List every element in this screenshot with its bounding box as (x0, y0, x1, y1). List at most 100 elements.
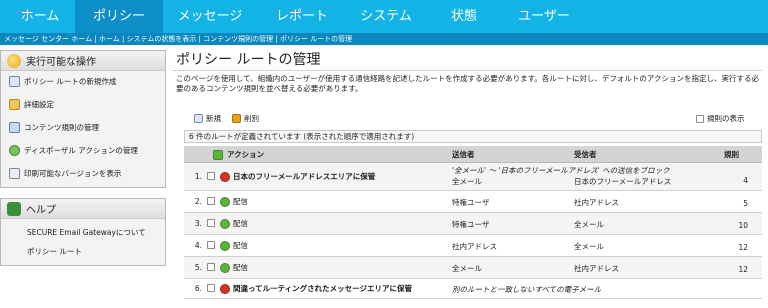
route-count-bar: 6 件のルートが定義されています (表示された順序で適用されます) (184, 130, 762, 143)
row-rules: 10 (738, 221, 748, 230)
delete-route-label: 削別 (244, 114, 259, 123)
row-note: 別のルートと一致しないすべての電子メール (452, 285, 602, 294)
tab-messages[interactable]: メッセージ (165, 0, 255, 33)
row-rules: 12 (738, 243, 748, 252)
sidebar-item-advanced-settings[interactable]: 詳細設定 (1, 97, 165, 112)
actions-gear-icon (7, 53, 21, 68)
breadcrumb-separator: | (119, 35, 127, 43)
row-recipient: 社内アドレス (574, 264, 619, 273)
row-action[interactable]: 配信 (220, 240, 248, 251)
table-row[interactable]: 2. 配信 特権ユーザ 社内アドレス 5 (184, 191, 762, 213)
row-checkbox[interactable] (207, 172, 215, 180)
tab-policy[interactable]: ポリシー (75, 0, 163, 33)
route-toolbar: 新規 削別 規則の表示 (172, 113, 762, 127)
actions-panel-title: 実行可能な操作 (26, 57, 96, 68)
deliver-status-icon (220, 219, 230, 229)
block-status-icon (220, 284, 230, 294)
help-panel-body: SECURE Email Gatewayについて ポリシー ルート (1, 219, 165, 265)
row-rules: 5 (743, 199, 748, 208)
tab-status[interactable]: 状態 (434, 0, 494, 33)
sidebar-item-content-rules[interactable]: コンテンツ規則の管理 (1, 120, 165, 135)
new-route-button[interactable]: 新規 (194, 113, 221, 124)
row-action-label: 間違ってルーティングされたメッセージエリアに保管 (233, 284, 413, 293)
row-action[interactable]: 間違ってルーティングされたメッセージエリアに保管 (220, 283, 412, 294)
new-route-label: 新規 (206, 114, 221, 123)
row-index: 2. (194, 197, 202, 206)
row-index: 6. (194, 284, 202, 293)
sidebar-item-label: ポリシー ルートの新規作成 (24, 77, 117, 86)
row-sender: 特権ユーザ (452, 220, 490, 229)
help-panel-title: ヘルプ (26, 205, 56, 216)
breadcrumb-item-center-home[interactable]: メッセージ センター ホーム (4, 35, 92, 43)
show-rules-label: 規則の表示 (707, 114, 745, 123)
row-action[interactable]: 配信 (220, 262, 248, 273)
sidebar-item-label: ディスポーザル アクションの管理 (24, 146, 138, 155)
top-navigation: ホーム ポリシー メッセージ レポート システム 状態 ユーザー (0, 0, 768, 33)
table-row[interactable]: 1. 日本のフリーメールアドレスエリアに保管 '全メール' ～ '日本のフリーメ… (184, 163, 762, 191)
table-row[interactable]: 3. 配信 特権ユーザ 全メール 10 (184, 213, 762, 235)
new-route-icon (9, 76, 20, 87)
tab-home[interactable]: ホーム (8, 0, 72, 33)
table-row[interactable]: 6. 間違ってルーティングされたメッセージエリアに保管 別のルートと一致しないす… (184, 279, 762, 299)
deliver-status-icon (220, 241, 230, 251)
tab-system[interactable]: システム (346, 0, 426, 33)
help-panel-header: ヘルプ (1, 199, 165, 219)
block-status-icon (220, 172, 230, 182)
routes-table: アクション 送信者 受信者 規則 1. 日本のフリーメールアドレスエリアに保管 … (184, 146, 762, 299)
row-checkbox[interactable] (207, 197, 215, 205)
sidebar-item-label: 印刷可能なバージョンを表示 (24, 169, 122, 178)
sidebar-item-printable-version[interactable]: 印刷可能なバージョンを表示 (1, 166, 165, 181)
title-divider (172, 70, 762, 71)
breadcrumb-separator: | (273, 35, 280, 43)
help-item-policy-routes[interactable]: ポリシー ルート (19, 244, 165, 259)
breadcrumb: メッセージ センター ホーム | ホーム | システムの状態を表示 | コンテン… (0, 33, 768, 45)
row-index: 1. (194, 172, 202, 181)
breadcrumb-item-policy-routes: ポリシー ルートの管理 (279, 35, 353, 43)
row-action[interactable]: 日本のフリーメールアドレスエリアに保管 (220, 171, 375, 182)
breadcrumb-item-home[interactable]: ホーム (99, 35, 120, 43)
tab-users[interactable]: ユーザー (505, 0, 583, 33)
page-title: ポリシー ルートの管理 (176, 52, 321, 68)
row-action-label: 配信 (233, 219, 248, 228)
table-row[interactable]: 4. 配信 社内アドレス 全メール 12 (184, 235, 762, 257)
new-icon (194, 114, 203, 123)
row-sender: 全メール (452, 177, 482, 186)
help-panel: ヘルプ SECURE Email Gatewayについて ポリシー ルート (0, 198, 166, 266)
deliver-status-icon (220, 197, 230, 207)
row-index: 4. (194, 241, 202, 250)
page-description: このページを使用して、組織内のユーザーが使用する通信経路を記述したルートを作成す… (176, 74, 759, 93)
row-checkbox[interactable] (207, 263, 215, 271)
breadcrumb-item-system-status[interactable]: システムの状態を表示 (127, 35, 197, 43)
tab-reports[interactable]: レポート (264, 0, 340, 33)
table-header: アクション 送信者 受信者 規則 (184, 146, 762, 163)
actions-panel: 実行可能な操作 ポリシー ルートの新規作成 詳細設定 コンテンツ規則の管理 ディ… (0, 50, 166, 188)
show-rules-checkbox[interactable] (696, 114, 704, 123)
row-checkbox[interactable] (207, 219, 215, 227)
content-rules-icon (9, 122, 20, 133)
row-note: '全メール' ～ '日本のフリーメールアドレス' への送信をブロック (452, 166, 670, 175)
header-sender: 送信者 (452, 150, 475, 159)
settings-icon (9, 99, 20, 110)
help-user-icon (7, 201, 21, 216)
breadcrumb-separator: | (92, 35, 99, 43)
row-checkbox[interactable] (207, 241, 215, 249)
delete-route-button[interactable]: 削別 (232, 113, 259, 124)
sidebar-item-new-route[interactable]: ポリシー ルートの新規作成 (1, 74, 165, 89)
help-item-about[interactable]: SECURE Email Gatewayについて (19, 225, 165, 240)
row-sender: 全メール (452, 264, 482, 273)
disposal-actions-icon (9, 145, 20, 156)
row-action[interactable]: 配信 (220, 196, 248, 207)
header-recipient: 受信者 (574, 150, 597, 159)
sidebar-item-disposal-actions[interactable]: ディスポーザル アクションの管理 (1, 143, 165, 158)
row-action-label: 日本のフリーメールアドレスエリアに保管 (233, 172, 376, 181)
header-action: アクション (227, 150, 265, 159)
show-rules-toggle[interactable]: 規則の表示 (696, 113, 745, 124)
row-recipient: 全メール (574, 220, 604, 229)
main-content: ポリシー ルートの管理 このページを使用して、組織内のユーザーが使用する通信経路… (172, 50, 768, 299)
table-row[interactable]: 5. 配信 全メール 社内アドレス 12 (184, 257, 762, 279)
row-action[interactable]: 配信 (220, 218, 248, 229)
breadcrumb-item-content-rules[interactable]: コンテンツ規則の管理 (203, 35, 273, 43)
deliver-status-icon (220, 263, 230, 273)
row-checkbox[interactable] (207, 284, 215, 292)
sidebar-item-label: コンテンツ規則の管理 (24, 123, 99, 132)
